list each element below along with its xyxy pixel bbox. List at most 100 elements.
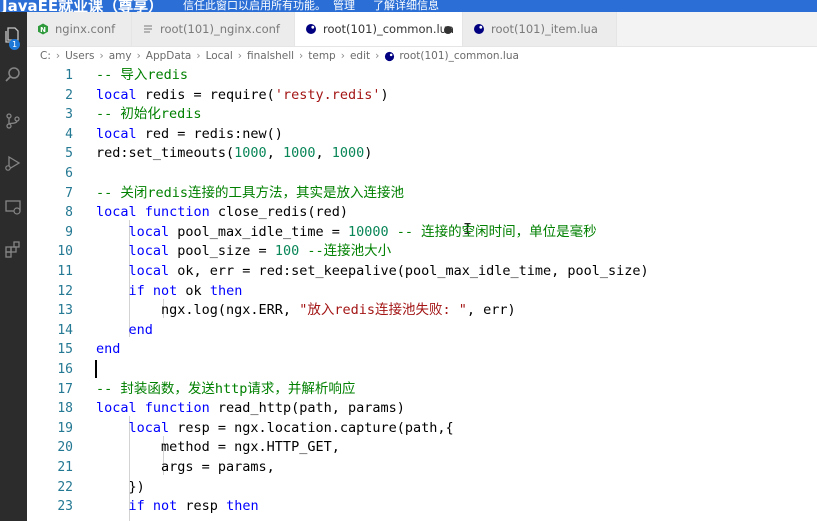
chevron-right-icon: › (136, 50, 141, 62)
code-token: local (128, 263, 170, 279)
code-editor[interactable]: I 1 -- 导入redis 2 local redis = require('res… (27, 64, 817, 521)
code-text: local redis = require('resty.redis') (96, 86, 389, 106)
line-number: 18 (57, 401, 73, 417)
code-line[interactable]: 18 local function read_http(path, params) (27, 399, 817, 419)
chevron-right-icon: › (55, 50, 61, 62)
code-token: red = redis:new() (136, 125, 283, 142)
code-line[interactable]: 12 if not ok then (27, 282, 817, 302)
tab-label: nginx.conf (55, 22, 116, 36)
line-number: 12 (57, 283, 73, 299)
code-line[interactable]: 11 local ok, err = red:set_keepalive(poo… (27, 262, 817, 282)
breadcrumb-item[interactable]: AppData (146, 50, 192, 62)
code-text: -- 初始化redis (96, 105, 202, 125)
code-line[interactable]: 4 local red = redis:new() (27, 125, 817, 145)
code-token: -- 连接的空闲时间，单位是毫秒 (396, 223, 597, 240)
nginx-icon: N (37, 23, 49, 35)
code-line[interactable]: 9 local pool_max_idle_time = 10000 -- 连接… (27, 223, 817, 243)
code-token: -- 封装函数，发送http请求，并解析响应 (96, 380, 356, 397)
breadcrumb-item[interactable]: Users (65, 50, 94, 62)
code-line[interactable]: 13 ngx.log(ngx.ERR, "放入redis连接池失败: ", er… (27, 301, 817, 321)
activity-bar: 1 (0, 12, 27, 521)
code-line[interactable]: 15 end (27, 340, 817, 360)
banner-manage-link[interactable]: 管理 (333, 0, 355, 12)
line-number: 19 (57, 420, 73, 436)
code-line[interactable]: 8 local function close_redis(red) (27, 203, 817, 223)
code-line[interactable]: 21 args = params, (27, 458, 817, 478)
remote-explorer-icon[interactable] (2, 196, 24, 218)
tab-root-common-lua[interactable]: root(101)_common.lua (295, 12, 463, 46)
code-line[interactable]: 7 -- 关闭redis连接的工具方法，其实是放入连接池 (27, 184, 817, 204)
line-number: 20 (57, 440, 73, 456)
trust-banner: JavaEE就业课（尊享） 信任此窗口以启用所有功能。 管理 了解详细信息 (0, 0, 817, 12)
lua-icon (384, 51, 395, 62)
banner-details-link[interactable]: 了解详细信息 (373, 0, 439, 12)
line-number: 6 (65, 166, 73, 181)
code-token: local function (96, 204, 210, 221)
code-line[interactable]: 1 -- 导入redis (27, 66, 817, 86)
code-token: , err) (466, 302, 516, 319)
code-line[interactable]: 6 (27, 164, 817, 184)
code-line[interactable]: 2 local redis = require('resty.redis') (27, 86, 817, 106)
code-line[interactable]: 23 if not resp then (27, 497, 817, 517)
code-token: then (226, 498, 259, 515)
tab-nginx-conf[interactable]: N nginx.conf (27, 12, 132, 46)
breadcrumb-item[interactable]: root(101)_common.lua (399, 50, 519, 62)
line-number: 11 (57, 264, 73, 279)
line-number: 3 (65, 107, 73, 123)
code-token: local (96, 86, 137, 103)
code-line[interactable]: 5 red:set_timeouts(1000, 1000, 1000) (27, 144, 817, 164)
line-number: 7 (65, 185, 73, 201)
chevron-right-icon: › (375, 50, 380, 62)
code-token: 1000 (234, 145, 267, 162)
line-number: 13 (57, 303, 73, 319)
code-text: local pool_max_idle_time = 10000 -- 连接的空… (96, 223, 597, 243)
breadcrumb-item[interactable]: amy (109, 50, 132, 62)
code-text: end (96, 340, 120, 360)
tab-root-nginx-conf[interactable]: root(101)_nginx.conf (132, 12, 295, 46)
banner-message: 信任此窗口以启用所有功能。 (183, 0, 326, 12)
svg-text:N: N (40, 26, 46, 34)
extensions-icon[interactable] (2, 238, 24, 260)
code-token: resp (177, 498, 227, 515)
code-text: if not ok then (96, 282, 243, 302)
code-text: }) (96, 478, 145, 498)
breadcrumb-item[interactable]: C: (40, 50, 51, 62)
code-text: if not resp then (96, 497, 259, 517)
code-text: local resp = ngx.location.capture(path,{ (96, 419, 454, 439)
files-badge: 1 (9, 39, 20, 50)
tab-root-item-lua[interactable]: root(101)_item.lua (463, 12, 617, 46)
code-line[interactable]: 16 (27, 360, 817, 380)
run-debug-icon[interactable] (2, 152, 24, 174)
breadcrumb-item[interactable]: Local (206, 50, 233, 62)
code-text: end (96, 321, 153, 341)
code-line[interactable]: 3 -- 初始化redis (27, 105, 817, 125)
lua-icon (473, 23, 485, 35)
code-token: 10000 (347, 223, 389, 240)
code-token: local function (96, 400, 210, 417)
code-token: resp = ngx.location.capture(path,{ (169, 419, 454, 436)
code-token: if not (128, 282, 178, 299)
code-line[interactable]: 19 local resp = ngx.location.capture(pat… (27, 419, 817, 439)
code-line[interactable]: 17 -- 封装函数，发送http请求，并解析响应 (27, 380, 817, 400)
code-line[interactable]: 20 method = ngx.HTTP_GET, (27, 438, 817, 458)
breadcrumb-item[interactable]: edit (350, 50, 370, 62)
code-line[interactable]: 14 end (27, 321, 817, 341)
code-line[interactable]: 22 }) (27, 478, 817, 498)
breadcrumb-item[interactable]: temp (308, 50, 335, 62)
breadcrumb-item[interactable]: finalshell (247, 50, 294, 62)
code-token: -- 关闭redis连接的工具方法，其实是放入连接池 (96, 184, 405, 201)
code-text: local pool_size = 100 --连接池大小 (96, 242, 392, 262)
code-text: -- 关闭redis连接的工具方法，其实是放入连接池 (96, 184, 404, 204)
code-token: , (266, 145, 283, 162)
code-token: 1000 (282, 145, 316, 162)
code-token: then (209, 282, 243, 299)
search-icon[interactable] (2, 64, 24, 86)
code-token: red:set_timeouts( (96, 145, 235, 162)
code-token: ngx.log(ngx.ERR, (96, 302, 300, 319)
line-number: 17 (57, 381, 73, 397)
code-line[interactable]: 10 local pool_size = 100 --连接池大小 (27, 242, 817, 262)
code-text: ngx.log(ngx.ERR, "放入redis连接池失败: ", err) (96, 301, 516, 321)
source-control-icon[interactable] (2, 110, 24, 132)
unsaved-dot-icon[interactable] (444, 26, 452, 34)
